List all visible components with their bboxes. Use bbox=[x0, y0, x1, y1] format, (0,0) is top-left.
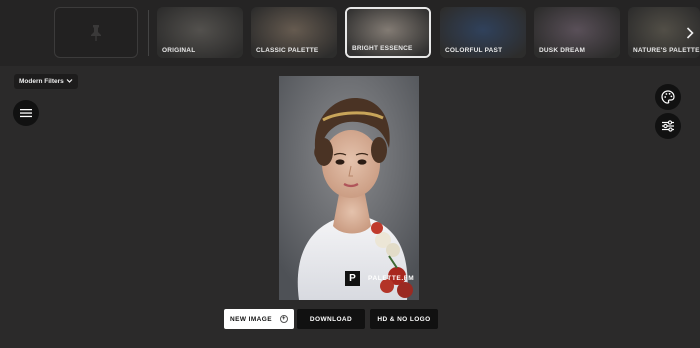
chevron-down-icon bbox=[66, 79, 73, 83]
download-label: DOWNLOAD bbox=[309, 315, 353, 323]
hamburger-icon bbox=[20, 109, 32, 118]
filter-category-value: Modern Filters bbox=[19, 78, 64, 85]
hd-no-logo-label: HD & NO LOGO bbox=[377, 315, 431, 323]
pin-card[interactable] bbox=[54, 7, 138, 58]
new-image-label: NEW IMAGE bbox=[230, 315, 272, 323]
portrait-image bbox=[279, 76, 419, 300]
palette-icon bbox=[661, 90, 675, 104]
filter-thumbnail-label: DUSK DREAM bbox=[539, 47, 586, 54]
menu-button[interactable] bbox=[13, 100, 39, 126]
palette-watermark: P PALETTE.FM bbox=[345, 271, 414, 286]
chevron-right-icon bbox=[686, 27, 694, 39]
filter-thumbnail-label: NATURE'S PALETTE bbox=[633, 47, 700, 54]
new-image-button[interactable]: NEW IMAGE + bbox=[224, 309, 294, 329]
download-button[interactable]: DOWNLOAD bbox=[297, 309, 365, 329]
strip-divider bbox=[148, 10, 149, 56]
adjustments-button[interactable] bbox=[655, 113, 681, 139]
palette-logo-icon: P bbox=[345, 271, 360, 286]
filter-thumbnail-label: BRIGHT ESSENCE bbox=[352, 45, 413, 52]
filter-thumbnail-colorful-past[interactable]: COLORFUL PAST bbox=[440, 7, 526, 58]
palette-button[interactable] bbox=[655, 84, 681, 110]
filter-strip: ORIGINAL CLASSIC PALETTE BRIGHT ESSENCE … bbox=[0, 0, 700, 66]
filter-thumbnail-classic-palette[interactable]: CLASSIC PALETTE bbox=[251, 7, 337, 58]
plus-circle-icon: + bbox=[279, 315, 288, 323]
colorized-photo: P PALETTE.FM bbox=[279, 76, 419, 300]
hd-no-logo-button[interactable]: HD & NO LOGO bbox=[370, 309, 438, 329]
pin-icon bbox=[91, 24, 101, 41]
filter-thumbnail-label: ORIGINAL bbox=[162, 47, 196, 54]
filter-category-select[interactable]: Modern Filters bbox=[14, 74, 78, 89]
filter-thumbnail-original[interactable]: ORIGINAL bbox=[157, 7, 243, 58]
sliders-icon bbox=[662, 120, 674, 132]
filter-thumbnail-bright-essence[interactable]: BRIGHT ESSENCE bbox=[345, 7, 431, 58]
watermark-text: PALETTE.FM bbox=[368, 275, 415, 282]
filter-thumbnail-dusk-dream[interactable]: DUSK DREAM bbox=[534, 7, 620, 58]
filter-thumbnail-label: CLASSIC PALETTE bbox=[256, 47, 319, 54]
filter-thumbnail-label: COLORFUL PAST bbox=[445, 47, 503, 54]
next-filters-button[interactable] bbox=[680, 22, 700, 44]
